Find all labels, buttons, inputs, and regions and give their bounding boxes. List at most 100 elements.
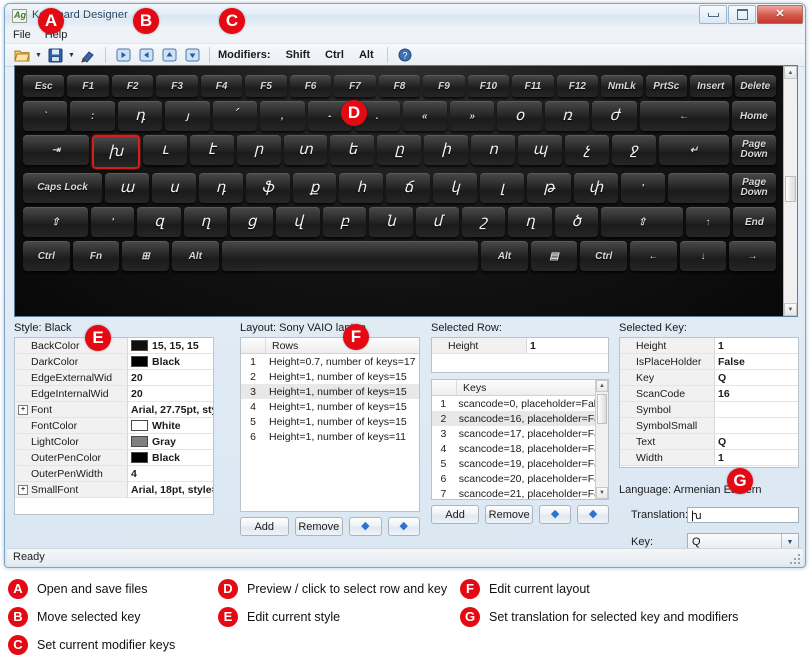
list-item[interactable]: 6 Height=1, number of keys=11 (241, 429, 419, 444)
paint-icon[interactable] (77, 45, 99, 66)
keyboard-row[interactable]: ⇥ խ ւ է ր տ ե ը ի ո պ չ ջ ↵ Page Down (23, 135, 776, 169)
property-value[interactable]: 4 (127, 465, 213, 482)
property-value[interactable]: Arial, 18pt, style=Ital (127, 481, 213, 498)
add-row-button[interactable]: Add (240, 517, 289, 536)
keyboard-key[interactable]: ե (330, 135, 375, 165)
property-value[interactable]: White (127, 417, 213, 434)
property-row[interactable]: DarkColor Black (15, 353, 213, 370)
list-item[interactable]: 3 Height=1, number of keys=15 (241, 384, 419, 399)
keyboard-key[interactable]: շ (461, 207, 506, 237)
keyboard-key[interactable]: ⇥ (23, 135, 89, 165)
keyboard-key[interactable]: Home (731, 101, 776, 131)
property-row[interactable]: ScanCode 16 (620, 385, 798, 402)
keyboard-row[interactable]: Esc F1 F2 F3 F4 F5 F6 F7 F8 F9 F10 F11 F12 NmLk PrtSc I… (23, 75, 776, 97)
keyboard-key[interactable]: Alt (481, 241, 528, 271)
list-item[interactable]: 4 Height=1, number of keys=15 (241, 399, 419, 414)
property-value[interactable]: Arial, 27.75pt, style= (127, 401, 213, 418)
keyboard-key[interactable]: ⊞ (122, 241, 169, 271)
property-row[interactable]: Key Q (620, 369, 798, 386)
keyboard-key[interactable]: ⇧ (23, 207, 89, 237)
property-value[interactable]: False (714, 353, 798, 370)
keyboard-key[interactable]: F8 (378, 75, 421, 97)
list-item[interactable]: 2 scancode=16, placeholder=Fals... (432, 411, 608, 426)
translation-input[interactable]: խ (687, 507, 799, 523)
keyboard-key[interactable]: է (189, 135, 234, 165)
move-up-icon[interactable] (158, 45, 180, 66)
keyboard-key[interactable]: ա (105, 173, 149, 203)
keyboard-key[interactable]: F11 (512, 75, 554, 97)
list-item[interactable]: 3 scancode=17, placeholder=Fals... (432, 426, 608, 441)
move-right-icon[interactable] (135, 45, 157, 66)
keyboard-key[interactable]: պ (518, 135, 562, 165)
keyboard-key[interactable]: Insert (690, 75, 732, 97)
keyboard-key[interactable]: PrtSc (645, 75, 688, 97)
keyboard-key[interactable] (667, 173, 730, 203)
keyboard-key[interactable]: NmLk (601, 75, 643, 97)
keyboard-key[interactable]: դ (117, 101, 163, 131)
property-row[interactable]: OuterPenWidth 4 (15, 465, 213, 482)
property-value[interactable]: 1 (714, 338, 798, 354)
keys-scroll-down-icon[interactable]: ▼ (596, 487, 608, 499)
keyboard-key[interactable]: ՛ (212, 101, 258, 131)
keyboard-key[interactable]: ▤ (530, 241, 578, 271)
property-value[interactable]: 1 (714, 449, 798, 466)
keyboard-key[interactable]: ճ (386, 173, 431, 203)
property-value[interactable]: Black (127, 449, 213, 466)
keyboard-key[interactable]: Page Down (732, 135, 776, 165)
property-value[interactable]: 16 (714, 385, 798, 402)
keyboard-key[interactable]: , (260, 101, 305, 131)
move-row-up-button[interactable]: ◆ (349, 517, 382, 536)
property-value[interactable] (714, 417, 798, 434)
keyboard-key[interactable]: ← (630, 241, 677, 271)
keyboard-row[interactable]: Caps Lock ա ս դ ֆ ք հ ճ կ լ թ փ ' Page Down (23, 173, 777, 203)
keyboard-key[interactable]: F1 (67, 75, 109, 97)
scroll-up-icon[interactable]: ▲ (784, 66, 797, 79)
list-item[interactable]: 5 scancode=19, placeholder=Fals... (432, 456, 608, 471)
keyboard-key[interactable]: F10 (467, 75, 510, 97)
keyboard-key[interactable]: ֆ (245, 173, 290, 203)
property-row[interactable]: Symbol (620, 401, 798, 418)
property-row[interactable]: EdgeInternalWid 20 (15, 385, 213, 402)
keyboard-key[interactable]: ծ (554, 207, 598, 237)
keyboard-key[interactable]: ք (292, 173, 337, 203)
preview-scrollbar[interactable]: ▲ ▼ (783, 66, 797, 316)
save-disk-icon[interactable] (44, 45, 66, 66)
keyboard-key[interactable]: թ (527, 173, 571, 203)
keyboard-key[interactable]: ո (471, 135, 516, 165)
keyboard-key[interactable]: զ (137, 207, 181, 237)
keyboard-key[interactable]: F4 (200, 75, 243, 97)
remove-row-button[interactable]: Remove (294, 517, 344, 536)
list-item[interactable]: 1 scancode=0, placeholder=False ... (432, 396, 608, 411)
keyboard-key[interactable]: ի (424, 135, 469, 165)
keyboard-key[interactable]: ջ (611, 135, 656, 165)
keys-scroll-thumb[interactable] (597, 394, 607, 424)
property-value[interactable]: 1 (526, 338, 608, 354)
keyboard-key[interactable]: ր (236, 135, 281, 165)
keyboard-key[interactable]: ղ (183, 207, 228, 237)
keyboard-key[interactable]: ը (377, 135, 422, 165)
property-row[interactable]: Height 1 (432, 338, 608, 354)
property-value[interactable]: Q (714, 433, 798, 450)
property-row[interactable]: Width 1 (620, 449, 798, 466)
property-row[interactable]: BackColor 15, 15, 15 (15, 338, 213, 354)
list-item[interactable]: 7 scancode=21, placeholder=Fals... (432, 486, 608, 500)
keyboard-key[interactable]: ⇧ (600, 207, 684, 237)
property-value[interactable]: Gray (127, 433, 213, 450)
list-item[interactable]: 1 Height=0.7, number of keys=17 (241, 354, 419, 369)
keyboard-key[interactable]: դ (198, 173, 243, 203)
keyboard-key[interactable]: F9 (423, 75, 465, 97)
property-value[interactable]: Black (127, 353, 213, 370)
resize-grip[interactable] (788, 552, 800, 564)
keyboard-preview[interactable]: Esc F1 F2 F3 F4 F5 F6 F7 F8 F9 F10 F11 F12 NmLk PrtSc I… (14, 65, 798, 317)
keyboard-key[interactable]: Fn (72, 241, 120, 271)
keyboard-key[interactable]: փ (573, 173, 618, 203)
property-row[interactable]: SymbolSmall (620, 417, 798, 434)
maximize-button[interactable] (728, 5, 756, 24)
keyboard-key[interactable]: End (732, 207, 777, 237)
save-dropdown-caret[interactable]: ▼ (67, 46, 76, 65)
property-row[interactable]: LightColor Gray (15, 433, 213, 450)
keyboard-key[interactable]: հ (339, 173, 384, 203)
keyboard-key[interactable]: ↵ (658, 135, 730, 165)
keyboard-key[interactable]: ' (91, 207, 135, 237)
keyboard-key[interactable]: խ (91, 135, 140, 169)
